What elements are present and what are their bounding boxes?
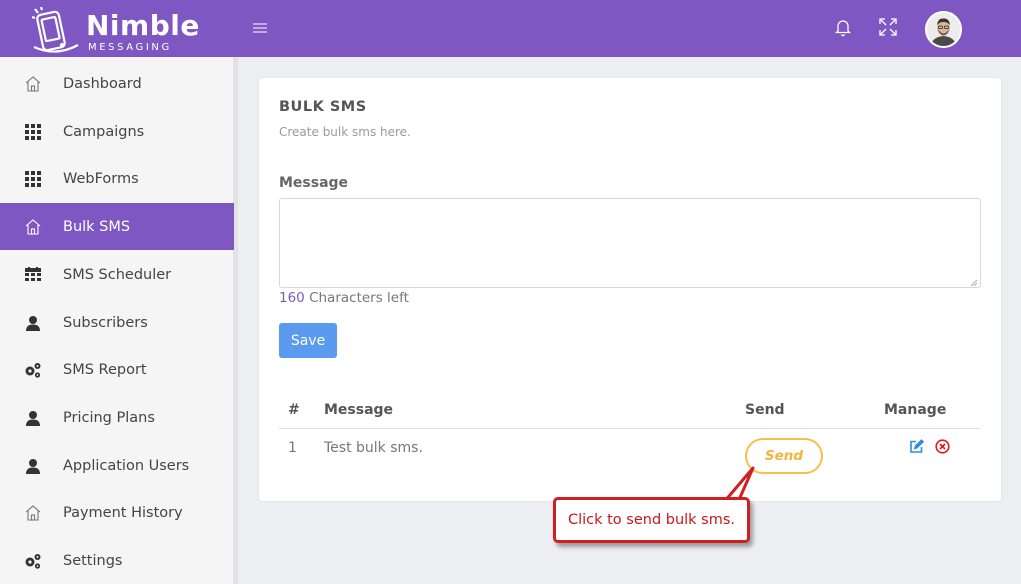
sidebar-item-label: Application Users	[63, 458, 190, 474]
sidebar-item-bulk-sms[interactable]: Bulk SMS	[0, 203, 234, 250]
sidebar-item-subscribers[interactable]: Subscribers	[0, 299, 234, 346]
gears-icon	[24, 552, 42, 570]
expand-icon[interactable]	[877, 16, 899, 38]
row-message: Test bulk sms.	[324, 440, 423, 456]
message-textarea[interactable]	[279, 198, 981, 288]
sidebar-item-pricing-plans[interactable]: Pricing Plans	[0, 394, 234, 441]
callout-text: Click to send bulk sms.	[567, 512, 736, 528]
characters-left: 160 Characters left	[279, 290, 409, 306]
column-header-manage: Manage	[884, 402, 947, 418]
column-header-number: #	[288, 402, 300, 418]
table-divider	[279, 428, 981, 429]
grid-icon	[24, 170, 42, 188]
sidebar-item-sms-scheduler[interactable]: SMS Scheduler	[0, 251, 234, 298]
bell-icon[interactable]	[832, 16, 854, 38]
characters-left-count: 160	[279, 290, 305, 306]
home-icon	[24, 504, 42, 522]
avatar-face-icon	[927, 13, 960, 46]
sidebar-item-webforms[interactable]: WebForms	[0, 155, 234, 202]
edit-icon[interactable]	[909, 439, 924, 454]
bulk-sms-card: BULK SMS Create bulk sms here. Message 1…	[258, 77, 1002, 502]
sidebar-item-label: Campaigns	[63, 124, 145, 140]
column-header-message: Message	[324, 402, 394, 418]
hamburger-icon[interactable]	[252, 20, 268, 36]
resize-grip-icon[interactable]	[969, 278, 978, 287]
app-logo[interactable]: Nimble MESSAGING	[30, 4, 205, 54]
sidebar-item-application-users[interactable]: Application Users	[0, 442, 234, 489]
delete-icon[interactable]	[935, 439, 950, 454]
column-header-send: Send	[745, 402, 785, 418]
sidebar-item-campaigns[interactable]: Campaigns	[0, 108, 234, 155]
sidebar-item-settings[interactable]: Settings	[0, 537, 234, 584]
top-bar: Nimble MESSAGING	[0, 0, 1021, 57]
row-number: 1	[288, 440, 297, 456]
page-subtitle: Create bulk sms here.	[279, 125, 411, 139]
phone-logo-icon	[32, 7, 79, 53]
sidebar-item-label: SMS Report	[63, 362, 147, 378]
characters-left-text: Characters left	[309, 290, 409, 306]
home-icon	[24, 218, 42, 236]
home-icon	[24, 75, 42, 93]
logo-subtitle: MESSAGING	[88, 42, 172, 53]
sidebar-item-label: WebForms	[63, 171, 139, 187]
message-label: Message	[279, 175, 349, 191]
sidebar-item-label: Dashboard	[63, 76, 142, 92]
sidebar-item-label: Pricing Plans	[63, 410, 155, 426]
sidebar-item-payment-history[interactable]: Payment History	[0, 489, 234, 536]
gears-icon	[24, 361, 42, 379]
user-avatar[interactable]	[925, 11, 962, 48]
page-title: BULK SMS	[279, 99, 367, 115]
sidebar: Dashboard Campaigns WebForms Bulk SMS SM…	[0, 57, 238, 584]
calendar-icon	[24, 266, 42, 284]
user-icon	[24, 409, 42, 427]
grid-icon	[24, 123, 42, 141]
sidebar-item-label: Payment History	[63, 505, 183, 521]
sidebar-item-label: Settings	[63, 553, 123, 569]
tooltip-callout: Click to send bulk sms.	[553, 497, 750, 543]
sidebar-item-label: Subscribers	[63, 315, 148, 331]
sidebar-item-label: SMS Scheduler	[63, 267, 172, 283]
logo-title: Nimble	[86, 9, 200, 42]
sidebar-item-label: Bulk SMS	[63, 219, 131, 235]
user-icon	[24, 457, 42, 475]
save-button[interactable]: Save	[279, 323, 337, 358]
sidebar-item-sms-report[interactable]: SMS Report	[0, 346, 234, 393]
sidebar-item-dashboard[interactable]: Dashboard	[0, 60, 234, 107]
user-icon	[24, 314, 42, 332]
